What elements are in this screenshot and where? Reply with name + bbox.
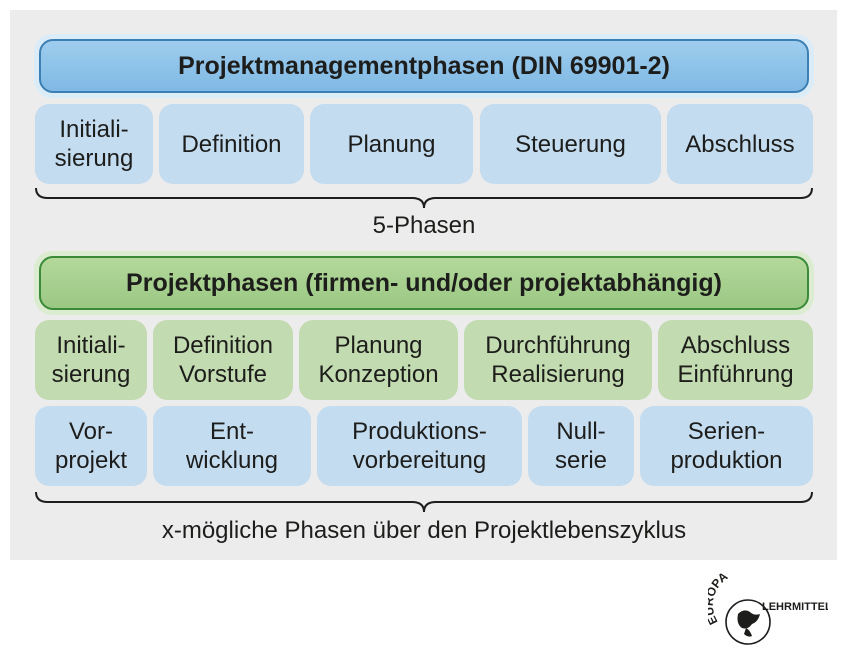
caption-lifecycle: x-mögliche Phasen über den Projektlebens… bbox=[161, 517, 687, 544]
phase-box: Initiali- sierung bbox=[35, 104, 153, 184]
project-phase-box: Durchführung Realisierung bbox=[464, 320, 652, 400]
project-phase-box: Ent- wicklung bbox=[153, 406, 311, 486]
phase-box: Planung bbox=[310, 104, 473, 184]
project-phase-box: Vor- projekt bbox=[35, 406, 147, 486]
phase-box: Steuerung bbox=[480, 104, 661, 184]
project-phase-box: Initiali- sierung bbox=[35, 320, 147, 400]
phase-box: Abschluss bbox=[667, 104, 813, 184]
logo-bottom-text: LEHRMITTEL bbox=[762, 601, 828, 613]
project-phase-box: Planung Konzeption bbox=[299, 320, 458, 400]
section1-header: Projektmanagementphasen (DIN 69901-2) bbox=[39, 39, 809, 93]
caption-5-phasen: 5-Phasen bbox=[372, 212, 476, 239]
project-phase-box: Null- serie bbox=[528, 406, 634, 486]
phase-box: Definition bbox=[159, 104, 304, 184]
europa-lehrmittel-logo: EUROPA LEHRMITTEL bbox=[708, 569, 828, 645]
project-phase-box: Produktions- vorbereitung bbox=[317, 406, 522, 486]
project-phase-box: Serien- produktion bbox=[640, 406, 813, 486]
brace-lifecycle bbox=[35, 491, 813, 513]
project-phase-box: Definition Vorstufe bbox=[153, 320, 293, 400]
section2-header: Projektphasen (firmen- und/oder projekta… bbox=[39, 256, 809, 310]
project-phase-box: Abschluss Einführung bbox=[658, 320, 813, 400]
